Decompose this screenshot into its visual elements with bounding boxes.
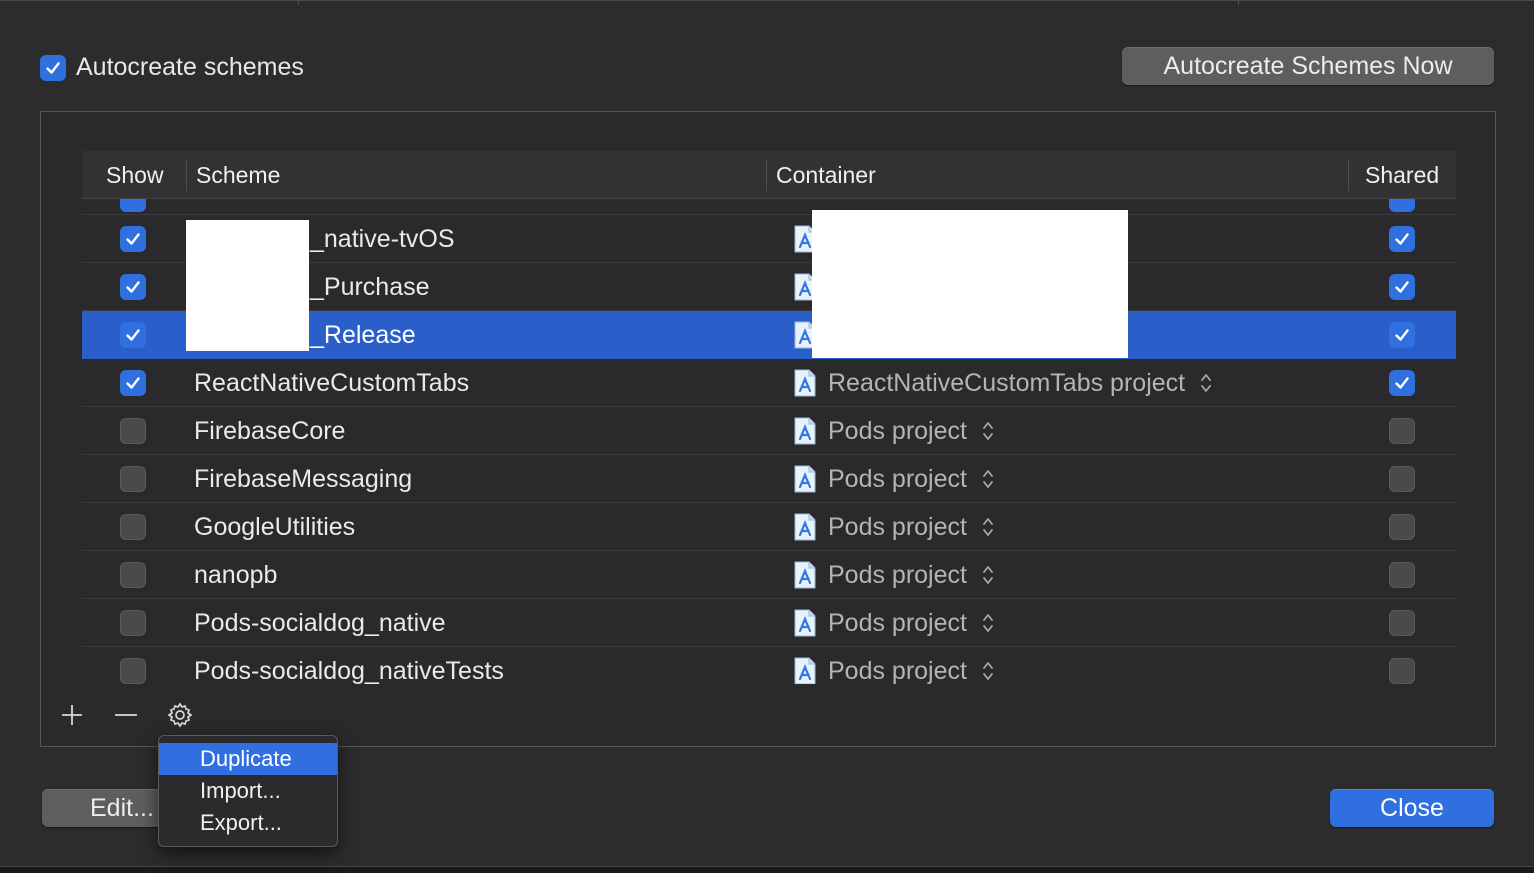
table-row[interactable]: FirebaseMessaging Pods project — [82, 455, 1456, 503]
minus-icon — [115, 714, 137, 716]
stepper-arrows-icon — [983, 614, 993, 632]
scheme-name: ReactNativeCustomTabs — [194, 368, 470, 397]
redaction-block — [812, 210, 1128, 358]
table-row-partial — [82, 199, 1456, 215]
table-row[interactable]: Pods-socialdog_native Pods project — [82, 599, 1456, 647]
column-divider — [766, 159, 767, 191]
menu-item-export[interactable]: Export... — [159, 807, 337, 839]
scheme-name: GoogleUtilities — [194, 512, 356, 541]
shared-checkbox[interactable] — [1389, 370, 1415, 396]
container-name: Pods project — [828, 416, 967, 445]
autocreate-schemes-now-button[interactable]: Autocreate Schemes Now — [1122, 47, 1494, 85]
xcode-project-icon — [794, 465, 816, 493]
autocreate-schemes-checkbox[interactable]: Autocreate schemes — [40, 53, 304, 82]
stepper-arrows-icon — [983, 422, 993, 440]
container-name: Pods project — [828, 560, 967, 589]
show-checkbox[interactable] — [120, 658, 146, 684]
column-header-show[interactable]: Show — [106, 151, 164, 199]
edit-button[interactable]: Edit... — [42, 789, 162, 827]
table-row[interactable]: FirebaseCore Pods project — [82, 407, 1456, 455]
scheme-name: _native-tvOS — [310, 224, 455, 253]
checkmark-icon — [1389, 199, 1415, 212]
column-header-shared[interactable]: Shared — [1365, 151, 1439, 199]
container-popup[interactable]: ReactNativeCustomTabs project — [794, 359, 1213, 407]
scheme-actions-button[interactable] — [166, 701, 194, 729]
autocreate-schemes-label: Autocreate schemes — [76, 53, 304, 81]
shared-checkbox[interactable] — [1389, 658, 1415, 684]
column-divider — [186, 159, 187, 191]
close-button[interactable]: Close — [1330, 789, 1494, 827]
show-checkbox[interactable] — [120, 610, 146, 636]
column-header-scheme[interactable]: Scheme — [196, 151, 280, 199]
scheme-name: FirebaseCore — [194, 416, 346, 445]
show-checkbox[interactable] — [120, 562, 146, 588]
shared-checkbox[interactable] — [1389, 562, 1415, 588]
redaction-block — [186, 220, 309, 351]
stepper-arrows-icon — [983, 470, 993, 488]
show-checkbox[interactable] — [120, 418, 146, 444]
xcode-project-icon — [794, 657, 816, 684]
table-row[interactable]: GoogleUtilities Pods project — [82, 503, 1456, 551]
show-checkbox[interactable] — [120, 514, 146, 540]
checkmark-icon — [120, 199, 146, 212]
scheme-name: _Purchase — [310, 272, 430, 301]
gear-icon — [167, 702, 193, 728]
shared-checkbox[interactable] — [1389, 226, 1415, 252]
shared-checkbox[interactable] — [1389, 514, 1415, 540]
container-name: Pods project — [828, 656, 967, 685]
xcode-project-icon — [794, 609, 816, 637]
scheme-name: Pods-socialdog_native — [194, 608, 446, 637]
xcode-project-icon — [794, 369, 816, 397]
xcode-project-icon — [794, 513, 816, 541]
show-checkbox[interactable] — [120, 466, 146, 492]
manage-schemes-sheet: Autocreate schemes Autocreate Schemes No… — [0, 0, 1534, 868]
shared-checkbox[interactable] — [1389, 610, 1415, 636]
table-toolbar — [58, 701, 194, 729]
container-name: Pods project — [828, 512, 967, 541]
column-header-container[interactable]: Container — [776, 151, 876, 199]
plus-icon — [62, 705, 82, 725]
container-popup[interactable]: Pods project — [794, 647, 995, 684]
container-popup[interactable]: Pods project — [794, 503, 995, 551]
table-header: Show Scheme Container Shared — [82, 151, 1456, 199]
remove-scheme-button[interactable] — [112, 701, 140, 729]
xcode-project-icon — [794, 417, 816, 445]
show-checkbox[interactable] — [120, 370, 146, 396]
shared-checkbox[interactable] — [1389, 466, 1415, 492]
menu-item-duplicate[interactable]: Duplicate — [159, 743, 337, 775]
stepper-arrows-icon — [983, 518, 993, 536]
shared-checkbox[interactable] — [1389, 418, 1415, 444]
window-divider — [1238, 1, 1239, 5]
menu-item-import[interactable]: Import... — [159, 775, 337, 807]
container-popup[interactable]: Pods project — [794, 407, 995, 455]
container-name: Pods project — [828, 464, 967, 493]
stepper-arrows-icon — [983, 566, 993, 584]
container-popup[interactable]: Pods project — [794, 455, 995, 503]
container-popup[interactable]: Pods project — [794, 599, 995, 647]
scheme-name: nanopb — [194, 560, 278, 589]
column-divider — [1348, 159, 1349, 191]
scheme-actions-menu: Duplicate Import... Export... — [158, 735, 338, 847]
stepper-arrows-icon — [983, 662, 993, 680]
shared-checkbox[interactable] — [1389, 322, 1415, 348]
show-checkbox[interactable] — [120, 274, 146, 300]
container-popup[interactable]: Pods project — [794, 551, 995, 599]
checkmark-icon — [40, 54, 66, 81]
table-row[interactable]: ReactNativeCustomTabs ReactNativeCustomTa… — [82, 359, 1456, 407]
container-name: ReactNativeCustomTabs project — [828, 368, 1186, 397]
shared-checkbox[interactable] — [1389, 274, 1415, 300]
stepper-arrows-icon — [1201, 374, 1211, 392]
scheme-name: FirebaseMessaging — [194, 464, 413, 493]
show-checkbox[interactable] — [120, 226, 146, 252]
table-row[interactable]: Pods-socialdog_nativeTests Pods project — [82, 647, 1456, 684]
schemes-table[interactable]: Show Scheme Container Shared _native-tvO… — [82, 151, 1456, 684]
scheme-name: _Release — [310, 320, 416, 349]
scheme-name: Pods-socialdog_nativeTests — [194, 656, 504, 685]
xcode-project-icon — [794, 561, 816, 589]
add-scheme-button[interactable] — [58, 701, 86, 729]
window-divider — [298, 1, 299, 5]
table-row[interactable]: nanopb Pods project — [82, 551, 1456, 599]
show-checkbox[interactable] — [120, 322, 146, 348]
container-name: Pods project — [828, 608, 967, 637]
